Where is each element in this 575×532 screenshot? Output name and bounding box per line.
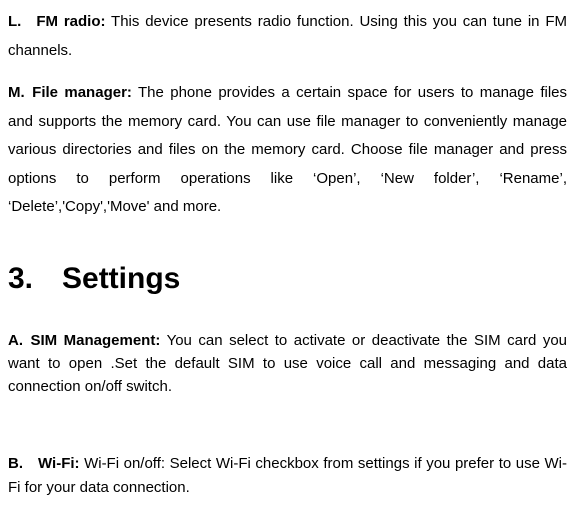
- section-l-label: L. FM radio:: [8, 13, 105, 30]
- section-m-label: M. File manager:: [8, 84, 132, 101]
- section-m: M. File manager: The phone provides a ce…: [8, 79, 567, 222]
- section-a-label: A. SIM Management: [8, 332, 155, 349]
- spacer: [8, 412, 567, 452]
- section-m-text: The phone provides a certain space for u…: [8, 84, 567, 215]
- chapter-number: 3.: [8, 250, 62, 307]
- chapter-heading: 3.Settings: [8, 250, 567, 307]
- section-b-label: B. Wi-Fi:: [8, 455, 80, 472]
- section-a: A. SIM Management: You can select to act…: [8, 329, 567, 399]
- section-b: B. Wi-Fi: Wi-Fi on/off: Select Wi-Fi che…: [8, 452, 567, 499]
- section-l: L. FM radio: This device presents radio …: [8, 8, 567, 65]
- section-b-text: Wi-Fi on/off: Select Wi-Fi checkbox from…: [8, 455, 567, 495]
- chapter-title: Settings: [62, 262, 180, 295]
